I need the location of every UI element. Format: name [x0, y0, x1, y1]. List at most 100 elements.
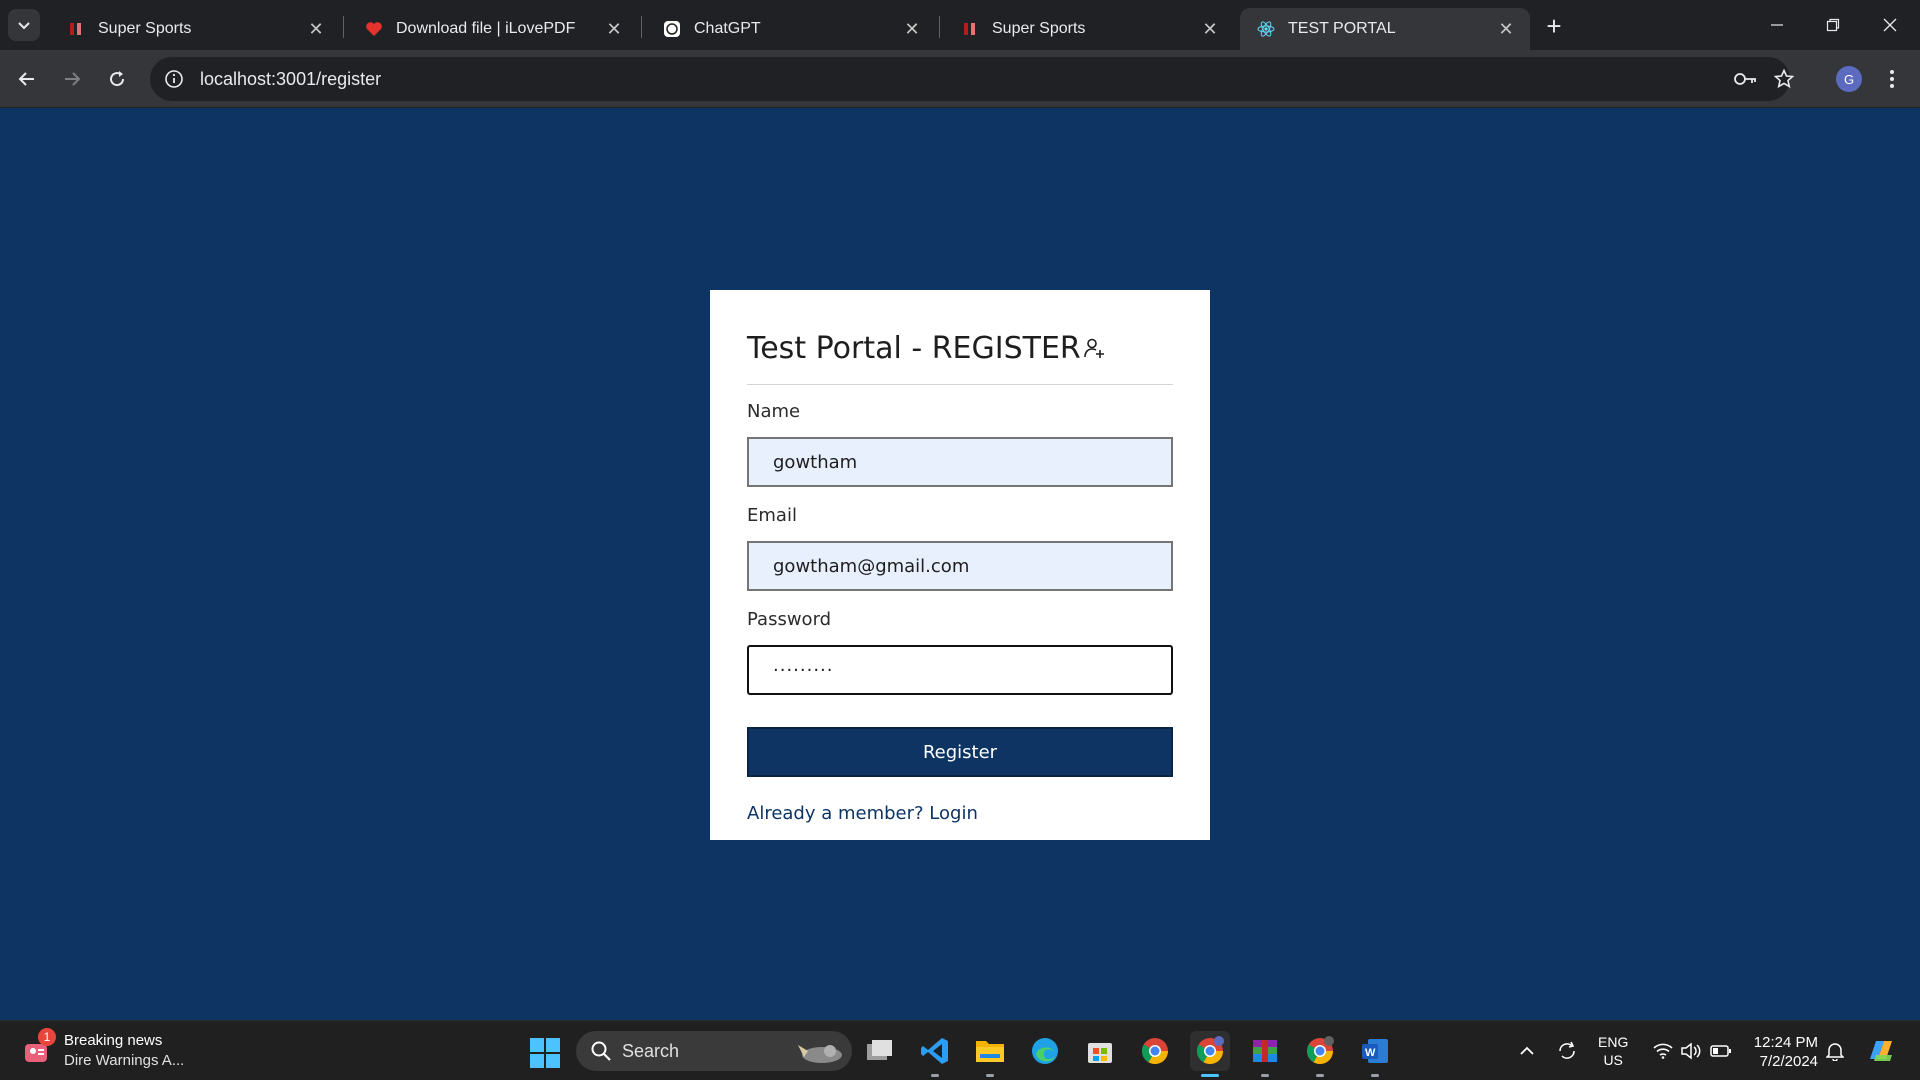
chrome-profile-icon — [1196, 1036, 1224, 1065]
news-title: Breaking news — [64, 1032, 163, 1049]
more-vert-icon — [1890, 70, 1894, 88]
clock-date: 7/2/2024 — [1759, 1053, 1818, 1070]
tab-close-icon[interactable]: ✕ — [1496, 19, 1516, 39]
copilot-button[interactable] — [1864, 1033, 1898, 1069]
address-bar[interactable]: localhost:3001/register — [150, 57, 1794, 101]
back-button[interactable] — [10, 62, 44, 96]
running-indicator — [1316, 1074, 1324, 1077]
task-view-button[interactable] — [860, 1031, 900, 1071]
login-link[interactable]: Already a member? Login — [747, 803, 1173, 824]
tab-title: Super Sports — [98, 20, 192, 37]
chrome-alt-app[interactable] — [1300, 1031, 1340, 1077]
chatgpt-favicon-icon — [662, 19, 682, 39]
close-window-button[interactable] — [1870, 8, 1910, 42]
news-subtitle: Dire Warnings A... — [64, 1052, 185, 1069]
word-icon: W — [1362, 1039, 1388, 1063]
battery-button[interactable] — [1708, 1033, 1734, 1069]
word-app[interactable]: W — [1355, 1031, 1395, 1077]
plus-icon: + — [1546, 10, 1562, 41]
reload-button[interactable] — [100, 62, 134, 96]
svg-text:W: W — [1365, 1047, 1376, 1059]
tab-search-button[interactable] — [8, 9, 40, 41]
tab-close-icon[interactable]: ✕ — [1200, 19, 1220, 39]
running-indicator — [1371, 1074, 1379, 1077]
title-divider — [747, 384, 1173, 385]
chrome-alt-icon — [1306, 1036, 1334, 1065]
close-icon — [1883, 18, 1897, 32]
edge-app[interactable] — [1025, 1031, 1065, 1071]
chrome-app[interactable] — [1135, 1031, 1175, 1071]
password-label: Password — [747, 609, 832, 630]
tab-close-icon[interactable]: ✕ — [604, 19, 624, 39]
forward-button[interactable] — [55, 62, 89, 96]
running-indicator — [1261, 1074, 1269, 1077]
store-icon — [1088, 1043, 1112, 1063]
search-highlight-icon — [798, 1045, 842, 1063]
arrow-right-icon — [65, 72, 81, 86]
title-text: Test Portal - REGISTER — [747, 330, 1081, 366]
tab-super-sports-1[interactable]: Super Sports ✕ — [50, 8, 340, 50]
bookmark-star-icon[interactable] — [1768, 57, 1800, 101]
site-info-icon[interactable] — [162, 67, 186, 91]
tab-test-portal[interactable]: TEST PORTAL ✕ — [1240, 8, 1530, 50]
tab-separator — [343, 16, 344, 38]
speaker-icon — [1681, 1042, 1701, 1060]
store-app[interactable] — [1080, 1031, 1120, 1071]
password-key-icon[interactable] — [1730, 57, 1762, 101]
browser-menu-button[interactable] — [1880, 64, 1904, 94]
tab-super-sports-2[interactable]: Super Sports ✕ — [944, 8, 1234, 50]
profile-avatar[interactable]: G — [1836, 66, 1862, 92]
taskbar-search[interactable]: Search — [576, 1031, 852, 1071]
new-tab-button[interactable]: + — [1540, 10, 1568, 41]
url-text: localhost:3001/register — [200, 68, 382, 89]
winrar-app[interactable] — [1245, 1031, 1285, 1077]
system-clock[interactable]: 12:24 PM 7/2/2024 — [1750, 1033, 1818, 1071]
tab-separator — [641, 16, 642, 38]
search-placeholder: Search — [622, 1040, 680, 1061]
copilot-icon — [1870, 1041, 1892, 1061]
minimize-icon — [1771, 24, 1783, 26]
password-input[interactable]: ········· — [747, 645, 1173, 695]
email-input[interactable]: gowtham@gmail.com — [747, 541, 1173, 591]
tab-strip: Super Sports ✕ Download file | iLovePDF … — [0, 0, 1920, 50]
file-explorer-app[interactable] — [970, 1031, 1010, 1077]
edge-icon — [1032, 1038, 1058, 1064]
tab-title: Download file | iLovePDF — [396, 20, 576, 37]
tab-separator — [939, 16, 940, 38]
language-code: ENG — [1598, 1034, 1629, 1050]
page-title: Test Portal - REGISTER — [747, 326, 1173, 370]
register-button[interactable]: Register — [747, 727, 1173, 777]
taskbar: 1 Breaking news Dire Warnings A... Searc… — [0, 1020, 1920, 1080]
chrome-profile-app[interactable] — [1190, 1031, 1230, 1077]
tab-close-icon[interactable]: ✕ — [306, 19, 326, 39]
restore-button[interactable] — [1813, 8, 1853, 42]
sync-tray-button[interactable] — [1552, 1033, 1582, 1069]
language-indicator[interactable]: ENG US — [1598, 1033, 1628, 1069]
user-plus-icon — [1083, 336, 1107, 360]
battery-icon — [1710, 1045, 1731, 1057]
tab-ilovepdf[interactable]: Download file | iLovePDF ✕ — [348, 8, 638, 50]
reload-icon — [110, 71, 125, 87]
running-indicator — [986, 1074, 994, 1077]
news-widget[interactable]: 1 Breaking news Dire Warnings A... — [22, 1028, 185, 1071]
name-input[interactable]: gowtham — [747, 437, 1173, 487]
show-hidden-icons-button[interactable] — [1514, 1033, 1540, 1069]
start-button[interactable] — [530, 1038, 560, 1068]
notifications-button[interactable] — [1822, 1033, 1848, 1069]
email-label: Email — [747, 505, 797, 526]
tab-chatgpt[interactable]: ChatGPT ✕ — [646, 8, 936, 50]
vscode-app[interactable] — [915, 1031, 955, 1077]
chevron-down-icon — [18, 22, 30, 30]
chrome-icon — [1141, 1038, 1169, 1065]
region-code: US — [1603, 1052, 1623, 1068]
windows-logo-icon — [530, 1038, 560, 1068]
minimize-button[interactable] — [1757, 8, 1797, 42]
react-favicon-icon — [1256, 19, 1276, 39]
restore-icon — [1826, 18, 1840, 32]
volume-button[interactable] — [1678, 1033, 1704, 1069]
wifi-button[interactable] — [1650, 1033, 1676, 1069]
super-sports-favicon-icon — [960, 19, 980, 39]
tab-close-icon[interactable]: ✕ — [902, 19, 922, 39]
name-label: Name — [747, 401, 801, 422]
tab-title: ChatGPT — [694, 20, 761, 37]
